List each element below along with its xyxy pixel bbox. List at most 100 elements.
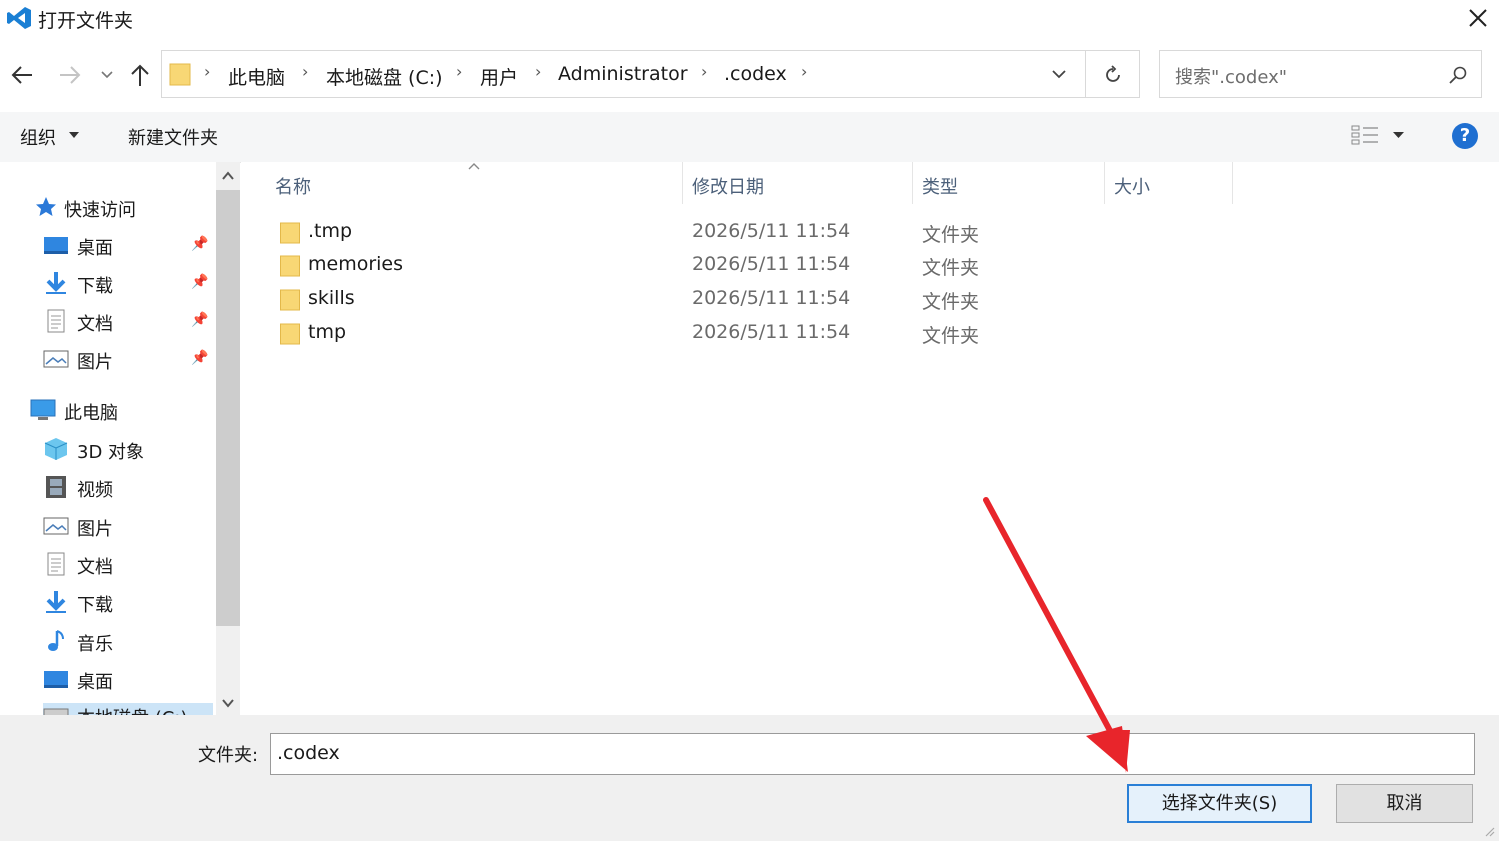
vscode-icon <box>7 7 31 29</box>
search-icon[interactable] <box>1448 65 1468 85</box>
scroll-down-icon[interactable] <box>221 697 235 709</box>
file-type: 文件夹 <box>922 257 980 279</box>
file-name: .tmp <box>308 220 353 242</box>
file-date: 2026/5/11 11:54 <box>692 287 851 309</box>
file-name: tmp <box>308 321 347 343</box>
folder-icon <box>169 63 191 86</box>
window-title: 打开文件夹 <box>38 10 134 32</box>
nav-documents[interactable]: 文档 <box>43 552 213 578</box>
file-type: 文件夹 <box>922 325 980 347</box>
folder-name-value: .codex <box>277 742 340 764</box>
nav-local-disk[interactable]: 本地磁盘 (C:) <box>43 703 213 715</box>
document-icon <box>47 552 65 576</box>
search-placeholder: 搜索".codex" <box>1175 67 1288 88</box>
pin-icon: 📌 <box>191 312 209 328</box>
breadcrumb-separator-icon: › <box>302 62 309 81</box>
breadcrumb-administrator[interactable]: Administrator <box>558 63 688 85</box>
computer-icon <box>30 399 56 420</box>
pin-icon: 📌 <box>191 236 209 252</box>
column-header-type[interactable]: 类型 <box>922 173 958 199</box>
file-row[interactable]: tmp 2026/5/11 11:54 文件夹 <box>276 318 1216 350</box>
folder-icon <box>280 222 300 244</box>
drive-icon <box>43 708 69 715</box>
breadcrumb-users[interactable]: 用户 <box>480 63 518 90</box>
nav-music[interactable]: 音乐 <box>43 629 213 655</box>
nav-quick-downloads[interactable]: 下载 📌 <box>43 271 213 297</box>
folder-icon <box>280 255 300 277</box>
download-arrow-icon <box>46 591 66 613</box>
file-row[interactable]: .tmp 2026/5/11 11:54 文件夹 <box>276 217 1216 249</box>
column-header-size[interactable]: 大小 <box>1114 173 1150 199</box>
desktop-icon <box>44 671 68 688</box>
film-icon <box>46 476 66 498</box>
nav-quick-documents[interactable]: 文档 📌 <box>43 309 213 335</box>
navigation-pane: 快速访问 桌面 📌 下载 📌 文档 📌 图片 📌 此电脑 3D 对象 视频 图片… <box>0 162 240 715</box>
nav-quick-desktop[interactable]: 桌面 📌 <box>43 233 213 259</box>
breadcrumb-separator-icon: › <box>535 62 542 81</box>
address-dropdown-chevron-icon[interactable] <box>1050 66 1068 82</box>
file-date: 2026/5/11 11:54 <box>692 253 851 275</box>
up-arrow-icon[interactable] <box>128 60 152 90</box>
nav-scrollbar-thumb[interactable] <box>216 190 240 626</box>
file-name: skills <box>308 287 355 309</box>
file-row[interactable]: memories 2026/5/11 11:54 文件夹 <box>276 250 1216 282</box>
command-toolbar <box>0 112 1499 163</box>
organize-menu-button[interactable]: 组织 <box>20 124 56 150</box>
sort-ascending-icon <box>468 163 480 170</box>
resize-grip-icon[interactable] <box>1482 824 1496 838</box>
nav-3d-objects[interactable]: 3D 对象 <box>43 437 213 463</box>
column-header-date[interactable]: 修改日期 <box>692 173 764 199</box>
nav-desktop[interactable]: 桌面 <box>43 667 213 693</box>
view-options-dropdown-icon[interactable] <box>1392 131 1405 139</box>
organize-dropdown-icon <box>69 132 79 138</box>
nav-downloads[interactable]: 下载 <box>43 590 213 616</box>
nav-quick-pictures[interactable]: 图片 📌 <box>43 347 213 373</box>
refresh-button[interactable] <box>1085 50 1140 98</box>
nav-pictures[interactable]: 图片 <box>43 514 213 540</box>
nav-this-pc[interactable]: 此电脑 <box>30 398 210 424</box>
desktop-icon <box>44 237 68 254</box>
file-date: 2026/5/11 11:54 <box>692 220 851 242</box>
recent-locations-chevron-icon[interactable] <box>98 60 116 90</box>
column-divider[interactable] <box>912 162 913 204</box>
pin-icon: 📌 <box>191 350 209 366</box>
music-note-icon <box>48 630 64 651</box>
search-box[interactable]: 搜索".codex" <box>1159 50 1482 98</box>
folder-icon <box>280 289 300 311</box>
document-icon <box>47 309 65 333</box>
breadcrumb-separator-icon: › <box>801 62 808 81</box>
breadcrumb-separator-icon: › <box>456 62 463 81</box>
folder-icon <box>280 323 300 345</box>
breadcrumb-separator-icon: › <box>701 62 708 81</box>
folder-name-input[interactable]: .codex <box>270 733 1475 775</box>
nav-quick-access[interactable]: 快速访问 <box>34 195 214 221</box>
folder-field-label: 文件夹: <box>198 745 259 766</box>
help-button[interactable]: ? <box>1452 123 1478 149</box>
column-divider[interactable] <box>682 162 683 204</box>
breadcrumb-local-disk[interactable]: 本地磁盘 (C:) <box>326 63 443 90</box>
breadcrumb-this-pc[interactable]: 此电脑 <box>228 63 285 90</box>
pictures-icon <box>43 517 69 535</box>
nav-videos[interactable]: 视频 <box>43 475 213 501</box>
file-type: 文件夹 <box>922 291 980 313</box>
file-date: 2026/5/11 11:54 <box>692 321 851 343</box>
breadcrumb-separator-icon: › <box>204 62 211 81</box>
column-divider[interactable] <box>1232 162 1233 204</box>
close-icon[interactable] <box>1462 2 1494 34</box>
new-folder-button[interactable]: 新建文件夹 <box>128 124 218 150</box>
title-bar <box>0 0 1499 38</box>
download-arrow-icon <box>46 272 66 294</box>
forward-arrow-icon[interactable] <box>56 60 82 90</box>
file-name: memories <box>308 253 404 275</box>
pictures-icon <box>43 350 69 368</box>
refresh-icon <box>1106 65 1120 82</box>
cube-3d-icon <box>44 438 68 460</box>
scroll-up-icon[interactable] <box>221 170 235 182</box>
breadcrumb-codex[interactable]: .codex <box>724 63 787 85</box>
back-arrow-icon[interactable] <box>10 60 36 90</box>
column-divider[interactable] <box>1104 162 1105 204</box>
view-details-icon[interactable] <box>1350 124 1380 146</box>
column-header-name[interactable]: 名称 <box>275 173 311 199</box>
cancel-button[interactable]: 取消 <box>1336 784 1473 823</box>
file-row[interactable]: skills 2026/5/11 11:54 文件夹 <box>276 284 1216 316</box>
